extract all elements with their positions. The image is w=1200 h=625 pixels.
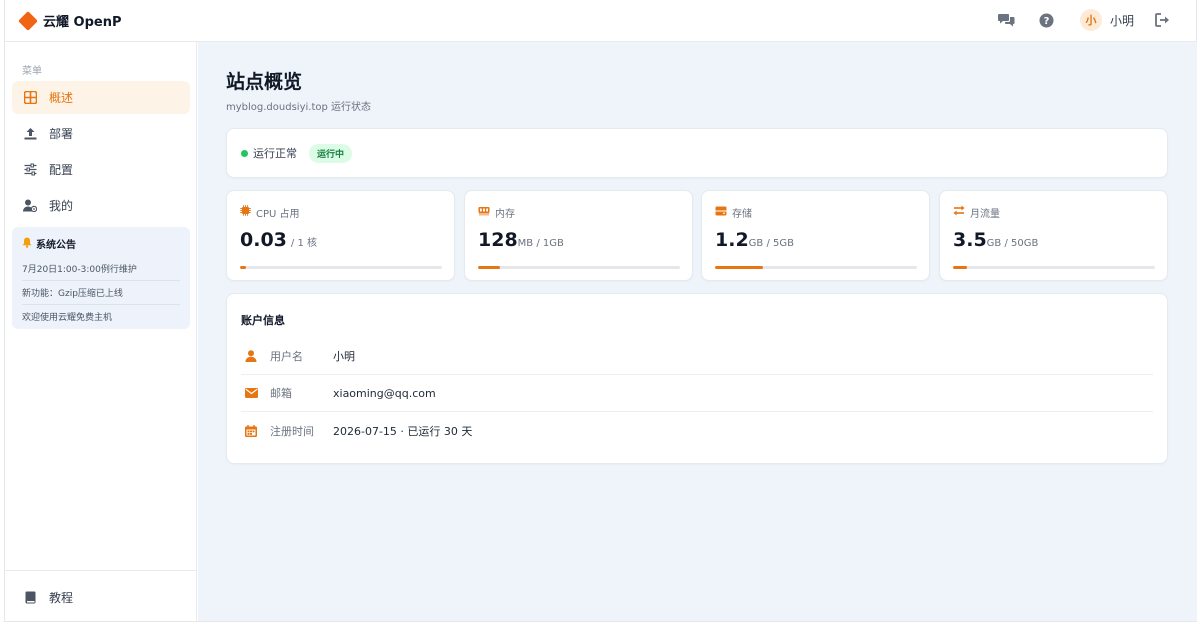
grid-icon	[23, 91, 37, 105]
top-header: 云耀 OpenP ? 小 小明	[5, 0, 1196, 42]
chip-icon	[240, 205, 251, 219]
sidebar-item-label: 配置	[49, 163, 74, 177]
username[interactable]: 小明	[1110, 12, 1134, 29]
stat-label: 月流量	[970, 208, 1000, 220]
brand-name: 云耀 OpenP	[43, 15, 122, 30]
account-label: 邮箱	[270, 387, 292, 400]
system-notice: 系统公告 7月20日1:00-3:00例行维护 新功能：Gzip压缩已上线 欢迎…	[12, 227, 190, 329]
sidebar-item-config[interactable]: 配置	[12, 153, 190, 186]
brand[interactable]: 云耀 OpenP	[18, 10, 122, 31]
status-text: 运行正常	[253, 147, 297, 160]
sidebar-item-label: 概述	[49, 91, 74, 105]
stat-card-storage: 存储 1.2 GB / 5GB	[701, 190, 930, 281]
stat-value: 3.5	[953, 229, 987, 251]
notice-title-text: 系统公告	[36, 240, 76, 251]
stat-value: 1.2	[715, 229, 749, 251]
usage-bar-fill	[478, 266, 501, 269]
header-actions: ? 小 小明	[996, 9, 1174, 31]
usage-bar-fill	[715, 266, 764, 269]
usage-bar	[953, 266, 1155, 269]
user-gear-icon	[23, 199, 37, 213]
page-title: 站点概览	[226, 71, 303, 93]
sliders-icon	[23, 163, 37, 177]
stat-unit: GB / 50GB	[986, 238, 1039, 249]
brand-logo-icon	[18, 10, 38, 31]
sidebar-menu: 概述 部署 配置 我的	[12, 81, 190, 225]
account-label: 用户名	[270, 350, 303, 363]
app-window: 云耀 OpenP ? 小 小明 菜单 概述 部署 配置 我的 系统公告 7月20…	[4, 0, 1197, 622]
notice-item[interactable]: 新功能：Gzip压缩已上线	[22, 281, 180, 305]
sidebar-item-label: 我的	[49, 199, 74, 213]
mail-icon	[244, 386, 258, 400]
status-badge: 运行中	[309, 143, 353, 163]
stat-label: 内存	[495, 208, 515, 220]
notice-item[interactable]: 欢迎使用云耀免费主机	[22, 305, 180, 328]
book-icon	[23, 591, 37, 605]
avatar[interactable]: 小	[1079, 9, 1102, 31]
usage-bar	[715, 266, 917, 269]
stat-label: CPU 占用	[256, 208, 300, 220]
usage-bar	[478, 266, 680, 269]
stat-label: 存储	[732, 208, 752, 220]
logout-icon[interactable]	[1152, 9, 1174, 31]
stat-value: 0.03	[240, 229, 287, 251]
bell-icon	[22, 237, 32, 251]
usage-bar-fill	[240, 266, 247, 269]
help-icon[interactable]: ?	[1036, 9, 1058, 31]
stat-unit: MB / 1GB	[517, 238, 564, 249]
account-label: 注册时间	[270, 424, 314, 438]
sidebar-footer: 教程	[5, 570, 196, 614]
account-row-username: 用户名 小明	[241, 338, 1153, 375]
upload-icon	[23, 127, 37, 141]
stat-card-traffic: 月流量 3.5 GB / 50GB	[939, 190, 1168, 281]
sidebar-item-label: 部署	[49, 127, 74, 141]
stat-value: 128	[478, 229, 518, 251]
storage-icon	[715, 206, 727, 219]
main-content: 站点概览 myblog.doudsiyi.top 运行状态 运行正常 运行中 C…	[198, 42, 1197, 621]
sidebar: 菜单 概述 部署 配置 我的 系统公告 7月20日1:00-3:00例行维护 新…	[5, 42, 197, 621]
sidebar-item-tutorial[interactable]: 教程	[12, 581, 189, 614]
svg-text:?: ?	[1044, 16, 1050, 27]
page-subtitle: myblog.doudsiyi.top 运行状态	[226, 102, 372, 113]
stat-unit: GB / 5GB	[748, 238, 794, 249]
usage-bar	[240, 266, 442, 269]
stat-card-cpu: CPU 占用 0.03 / 1 核	[226, 190, 455, 281]
sidebar-item-label: 教程	[49, 591, 74, 605]
transfer-icon	[953, 205, 965, 219]
account-row-email: 邮箱 xiaoming@qq.com	[241, 375, 1153, 412]
sidebar-item-mine[interactable]: 我的	[12, 189, 190, 222]
account-value: 2026-07-15 · 已运行 30 天	[333, 424, 473, 438]
sidebar-item-deploy[interactable]: 部署	[12, 117, 190, 150]
user-icon	[244, 349, 258, 363]
stat-card-memory: 内存 128 MB / 1GB	[464, 190, 693, 281]
stat-unit: / 1 核	[290, 238, 317, 249]
account-value: 小明	[333, 350, 355, 363]
status-card: 运行正常 运行中	[226, 128, 1168, 178]
account-value: xiaoming@qq.com	[333, 386, 436, 400]
status-dot	[241, 149, 248, 157]
chat-icon[interactable]	[996, 9, 1018, 31]
account-card: 账户信息 用户名 小明 邮箱 xiaoming@qq.com 注册时间 2026…	[226, 293, 1168, 464]
account-row-registered: 注册时间 2026-07-15 · 已运行 30 天	[241, 412, 1153, 449]
notice-title: 系统公告	[22, 236, 180, 251]
notice-item[interactable]: 7月20日1:00-3:00例行维护	[22, 257, 180, 281]
sidebar-item-overview[interactable]: 概述	[12, 81, 190, 114]
memory-icon	[478, 206, 490, 219]
account-title: 账户信息	[241, 314, 285, 327]
usage-bar-fill	[953, 266, 968, 269]
menu-title: 菜单	[22, 66, 42, 77]
calendar-icon	[244, 424, 258, 438]
